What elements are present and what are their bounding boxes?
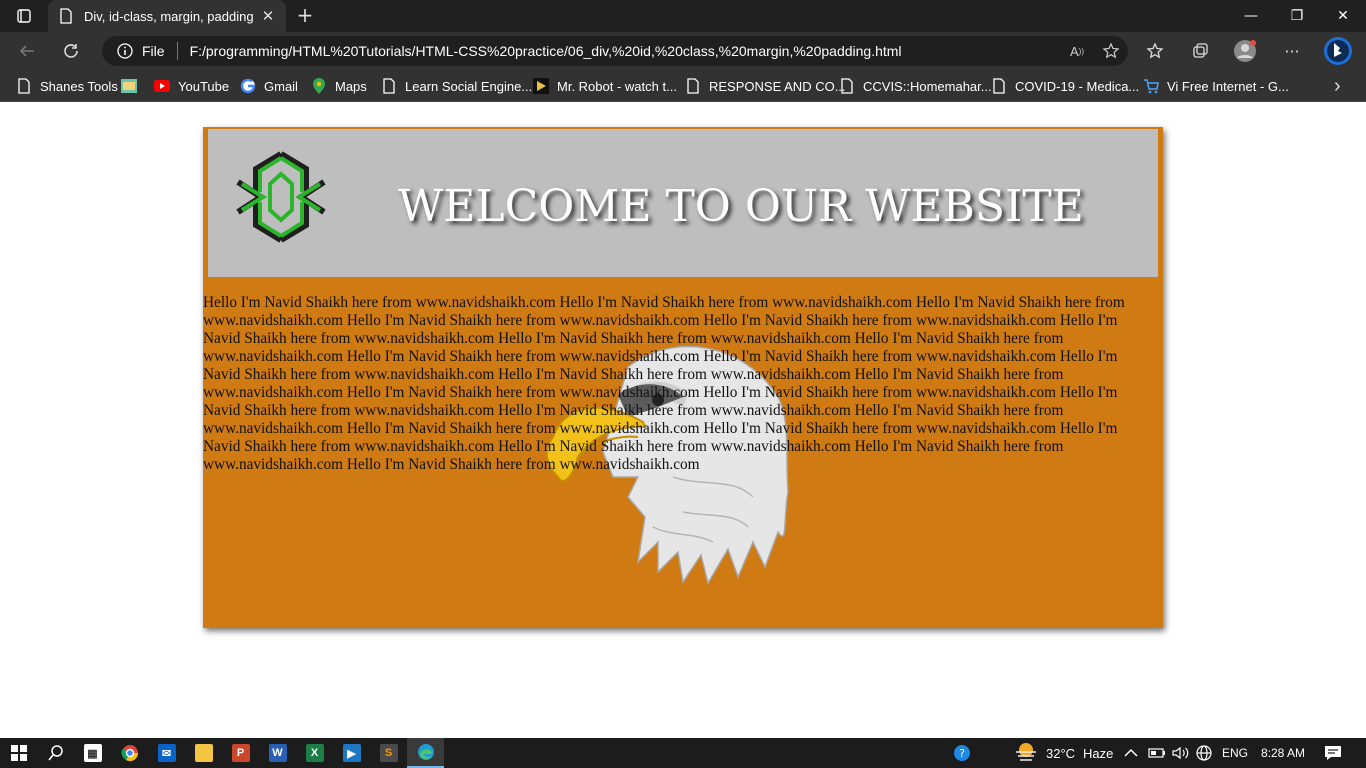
bookmark-label: Shanes Tools — [40, 78, 118, 94]
notifications-icon[interactable] — [1324, 738, 1342, 768]
help-icon[interactable]: ? — [953, 738, 971, 768]
page-icon — [381, 78, 397, 94]
weather-widget[interactable]: 32°C Haze — [1014, 738, 1113, 768]
image-icon — [121, 78, 137, 94]
play-icon — [533, 78, 549, 94]
bookmark-label: Vi Free Internet - G... — [1167, 78, 1289, 94]
minimize-button[interactable]: — — [1228, 0, 1274, 32]
bookmark-image[interactable] — [121, 76, 145, 96]
bookmark-label: COVID-19 - Medica... — [1015, 78, 1140, 94]
volume-icon[interactable] — [1171, 738, 1189, 768]
bing-copilot-icon[interactable] — [1322, 36, 1354, 66]
google-icon — [240, 78, 256, 94]
browser-tab-active[interactable]: Div, id-class, margin, padding ✕ — [48, 0, 286, 32]
chrome-icon[interactable] — [111, 738, 148, 768]
container-box: WELCOME TO OUR WEBSITE Hello I'm Navid S… — [203, 127, 1163, 628]
bookmark-label: Learn Social Engine... — [405, 78, 533, 94]
bookmark-label: Gmail — [264, 78, 298, 94]
logo-icon — [236, 151, 326, 243]
bookmark-vi-free-internet[interactable]: Vi Free Internet - G... — [1143, 76, 1289, 96]
page-icon — [685, 78, 701, 94]
bookmark-response[interactable]: RESPONSE AND CO... — [685, 76, 846, 96]
add-favorite-icon[interactable] — [1094, 38, 1128, 64]
page-icon — [58, 8, 74, 24]
sublime-text-icon[interactable]: S — [370, 738, 407, 768]
powerpoint-icon[interactable]: P — [222, 738, 259, 768]
bookmarks-overflow-chevron-icon[interactable]: › — [1334, 75, 1341, 97]
favorites-icon[interactable] — [1140, 38, 1170, 64]
close-window-button[interactable]: ✕ — [1320, 0, 1366, 32]
scheme-label: File — [142, 43, 165, 59]
tab-title: Div, id-class, margin, padding — [84, 8, 254, 24]
windows-start-icon[interactable] — [0, 738, 37, 768]
bookmark-label: RESPONSE AND CO... — [709, 78, 846, 94]
word-icon[interactable]: W — [259, 738, 296, 768]
tab-strip: Div, id-class, margin, padding ✕ + — ❐ ✕ — [0, 0, 1366, 32]
weather-temp: 32°C — [1046, 745, 1076, 761]
page-icon — [16, 78, 32, 94]
page-title: WELCOME TO OUR WEBSITE — [398, 181, 1084, 232]
read-aloud-icon[interactable]: A)) — [1060, 38, 1094, 64]
clock[interactable]: 8:28 AM — [1261, 738, 1305, 768]
excel-icon[interactable]: X — [296, 738, 333, 768]
restore-button[interactable]: ❐ — [1274, 0, 1320, 32]
back-button[interactable] — [12, 37, 42, 65]
windows-taskbar: ▦ ✉ P W X ▶ S ? 32°C Haze ENG 8:28 AM — [0, 738, 1366, 768]
paragraph-text: Hello I'm Navid Shaikh here from www.nav… — [203, 294, 1125, 473]
bookmark-label: Maps — [335, 78, 367, 94]
url-text[interactable]: F:/programming/HTML%20Tutorials/HTML-CSS… — [190, 43, 1060, 59]
collections-icon[interactable] — [1185, 38, 1215, 64]
show-hidden-icons-chevron-icon[interactable] — [1124, 738, 1138, 768]
store-icon[interactable]: ▦ — [74, 738, 111, 768]
video-app-icon[interactable]: ▶ — [333, 738, 370, 768]
bookmark-gmail[interactable]: Gmail — [240, 76, 298, 96]
youtube-icon — [154, 78, 170, 94]
page-viewport: WELCOME TO OUR WEBSITE Hello I'm Navid S… — [0, 103, 1366, 738]
info-icon[interactable] — [116, 42, 134, 60]
haze-icon — [1014, 742, 1038, 765]
more-menu-icon[interactable]: ··· — [1277, 38, 1307, 64]
file-explorer-icon[interactable] — [185, 738, 222, 768]
bookmark-mr-robot[interactable]: Mr. Robot - watch t... — [533, 76, 677, 96]
tab-actions-icon[interactable] — [6, 4, 42, 28]
new-tab-button[interactable]: + — [292, 4, 318, 28]
page-icon — [991, 78, 1007, 94]
bookmarks-bar: Shanes Tools YouTube Gmail Maps Learn So… — [0, 70, 1366, 102]
bookmark-ccvis[interactable]: CCVIS::Homemahar... — [839, 76, 992, 96]
tab-close-icon[interactable]: ✕ — [260, 7, 276, 25]
svg-text:?: ? — [959, 747, 965, 760]
header-box: WELCOME TO OUR WEBSITE — [208, 129, 1158, 277]
bookmark-covid[interactable]: COVID-19 - Medica... — [991, 76, 1139, 96]
bookmark-label: YouTube — [178, 78, 230, 94]
battery-icon[interactable] — [1148, 738, 1166, 768]
weather-condition: Haze — [1083, 745, 1114, 761]
profile-avatar[interactable] — [1230, 38, 1260, 64]
bookmark-label: CCVIS::Homemahar... — [863, 78, 992, 94]
language-indicator[interactable]: ENG — [1222, 738, 1248, 768]
network-globe-icon[interactable] — [1196, 738, 1212, 768]
bookmark-label: Mr. Robot - watch t... — [557, 78, 677, 94]
divider — [176, 42, 178, 60]
bookmark-shanes-tools[interactable]: Shanes Tools — [16, 76, 118, 96]
edge-icon[interactable] — [407, 738, 444, 768]
bookmark-youtube[interactable]: YouTube — [154, 76, 229, 96]
mail-icon[interactable]: ✉ — [148, 738, 185, 768]
cart-icon — [1143, 78, 1159, 94]
bookmark-maps[interactable]: Maps — [311, 76, 367, 96]
page-icon — [839, 78, 855, 94]
maps-icon — [311, 78, 327, 94]
refresh-button[interactable] — [56, 37, 86, 65]
bookmark-learn-social[interactable]: Learn Social Engine... — [381, 76, 532, 96]
address-bar[interactable]: File F:/programming/HTML%20Tutorials/HTM… — [102, 36, 1128, 66]
browser-toolbar: File F:/programming/HTML%20Tutorials/HTM… — [0, 32, 1366, 70]
search-icon[interactable] — [37, 738, 74, 768]
